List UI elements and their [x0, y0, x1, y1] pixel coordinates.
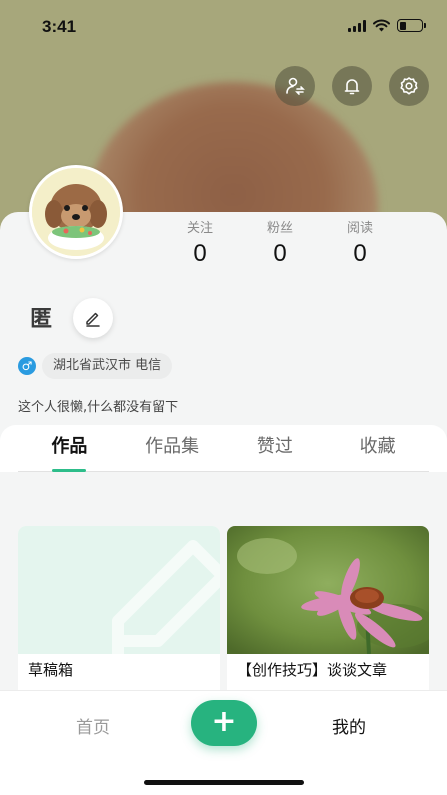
- tab-liked[interactable]: 赞过: [224, 425, 327, 471]
- draft-pencil-icon: [112, 540, 220, 654]
- content-tabs: 作品 作品集 赞过 收藏: [18, 425, 429, 472]
- avatar[interactable]: [29, 165, 123, 259]
- tab-collections[interactable]: 作品集: [121, 425, 224, 471]
- create-post-button[interactable]: +: [191, 700, 257, 746]
- stat-value: 0: [273, 240, 287, 267]
- reads-stat[interactable]: 阅读 0: [320, 221, 400, 269]
- drafts-card[interactable]: 草稿箱: [18, 526, 220, 696]
- gear-icon: [400, 77, 418, 95]
- flower-image: [227, 526, 429, 654]
- nickname: 匿: [30, 307, 53, 332]
- home-indicator: [144, 780, 304, 785]
- stat-label: 阅读: [346, 221, 373, 236]
- status-time: 3:41: [42, 17, 77, 36]
- user-switch-icon: [286, 77, 305, 95]
- wifi-icon: [373, 19, 390, 32]
- edit-profile-button[interactable]: [73, 298, 113, 338]
- flower-cover-image: [227, 526, 429, 654]
- tab-works[interactable]: 作品: [18, 425, 121, 472]
- battery-icon: [397, 19, 426, 32]
- stat-value: 0: [353, 240, 367, 267]
- nav-home[interactable]: 首页: [76, 713, 110, 738]
- card-title: 【创作技巧】谈谈文章: [237, 661, 388, 679]
- bell-icon: [344, 79, 360, 95]
- status-icons: [348, 19, 426, 32]
- drafts-cover: [18, 526, 220, 654]
- signal-icon: [348, 19, 366, 32]
- pencil-icon: [86, 312, 100, 327]
- gender-male-icon: ♂: [18, 357, 36, 375]
- notification-button[interactable]: [332, 66, 372, 106]
- switch-account-button[interactable]: [275, 66, 315, 106]
- nav-mine[interactable]: 我的: [332, 713, 366, 738]
- dog-avatar-image: [32, 168, 120, 256]
- bio-text: 这个人很懒,什么都没有留下: [18, 400, 179, 415]
- stat-label: 关注: [186, 221, 213, 236]
- tab-favorites[interactable]: 收藏: [326, 425, 429, 471]
- status-bar: 3:41: [0, 0, 447, 54]
- article-card[interactable]: 【创作技巧】谈谈文章: [227, 526, 429, 696]
- following-stat[interactable]: 关注 0: [160, 221, 240, 269]
- stat-value: 0: [193, 240, 207, 267]
- card-title: 草稿箱: [28, 661, 74, 679]
- stat-label: 粉丝: [266, 221, 293, 236]
- location-badge: 湖北省武汉市 电信: [42, 353, 173, 379]
- settings-button[interactable]: [389, 66, 429, 106]
- followers-stat[interactable]: 粉丝 0: [240, 221, 320, 269]
- profile-stats: 关注 0 粉丝 0 阅读 0: [160, 221, 400, 269]
